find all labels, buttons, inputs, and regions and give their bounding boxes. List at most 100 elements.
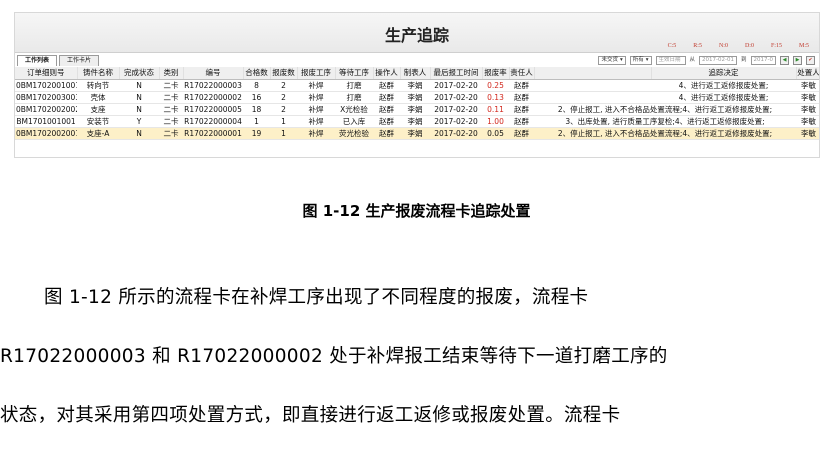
table-cell: 赵群 <box>373 115 400 128</box>
column-header[interactable]: 报废工序 <box>297 67 336 80</box>
prev-button[interactable]: ◀ <box>780 55 789 65</box>
table-row-selected[interactable]: 0BM1702002001 支座-A N 二卡 R17022000001 19 … <box>15 127 819 140</box>
body-paragraph-line: 图 1-12 所示的流程卡在补焊工序出现了不同程度的报废，流程卡 <box>44 287 589 308</box>
column-header[interactable]: 追踪决定 <box>651 67 797 80</box>
column-header[interactable]: 报废率 <box>482 67 510 80</box>
to-label: 到 <box>741 56 747 63</box>
table-cell: 补焊 <box>297 115 335 128</box>
scrap-rate-cell: 0.05 <box>482 127 509 140</box>
table-row[interactable]: 0BM1702001001 转向节 N 二卡 R17022000003 8 2 … <box>15 79 819 92</box>
table-cell: 壳体 <box>77 91 119 104</box>
table-row[interactable]: 0BM1702003003 壳体 N 二卡 R17022000002 16 2 … <box>15 91 819 104</box>
table-cell: 打磨 <box>335 79 373 92</box>
table-cell: 李敏 <box>796 79 819 92</box>
figure-caption: 图 1-12 生产报废流程卡追踪处置 <box>302 202 531 220</box>
column-header[interactable]: 责任人 <box>509 67 535 80</box>
body-paragraph-line: R17022000003 和 R17022000002 处于补焊报工结束等待下一… <box>0 346 668 367</box>
table-cell: X光检验 <box>335 103 373 116</box>
table-cell: 荧光检验 <box>335 127 373 140</box>
column-header[interactable]: 编号 <box>183 67 244 80</box>
table-cell: 补焊 <box>297 91 335 104</box>
table-cell: 赵群 <box>509 115 534 128</box>
table-cell: N <box>119 103 159 116</box>
table-cell: 0BM1702003003 <box>15 91 77 104</box>
table-cell: 4、进行返工返修报废处置; <box>651 91 796 104</box>
view-tabs: 工作列表 工作卡片 <box>17 55 100 66</box>
legend-item: F:15 <box>770 43 782 49</box>
table-cell: 0BM1702002001 <box>15 127 77 140</box>
legend-item: C:5 <box>667 43 677 49</box>
scrap-rate-cell: 0.13 <box>482 91 509 104</box>
column-header[interactable] <box>534 67 652 80</box>
table-cell: 已入库 <box>335 115 373 128</box>
scrap-rate-cell: 0.25 <box>482 79 509 92</box>
column-header[interactable]: 制表人 <box>400 67 431 80</box>
column-header[interactable]: 订单细则号 <box>15 67 78 80</box>
table-cell: N <box>119 127 159 140</box>
column-header[interactable]: 完成状态 <box>119 67 160 80</box>
scrap-rate-cell: 1.00 <box>482 115 509 128</box>
body-paragraph-line: 状态，对其采用第四项处置方式，即直接进行返工返修或报废处置。流程卡 <box>0 405 621 426</box>
column-header[interactable]: 等待工序 <box>335 67 374 80</box>
table-cell: 二卡 <box>159 79 183 92</box>
table-cell: 19 <box>243 127 270 140</box>
table-cell: BM1701001001 <box>15 115 77 128</box>
table-cell: 转向节 <box>77 79 119 92</box>
tab-work-card[interactable]: 工作卡片 <box>59 55 100 66</box>
table-cell: N <box>119 91 159 104</box>
table-cell: 补焊 <box>297 79 335 92</box>
table-cell: 2 <box>270 103 297 116</box>
table-cell: 李敏 <box>796 103 819 116</box>
decision-cell: 3、出库处置, 进行质量工序复检;4、进行返工返修报废处置; <box>534 115 796 128</box>
table-cell: 0BM1702002002 <box>15 103 77 116</box>
tracking-screenshot: 生产追踪 C:5 R:5 N:0 D:0 F:15 M:5 工作列表 工作卡片 … <box>14 12 820 158</box>
table-cell <box>534 79 651 92</box>
column-header[interactable]: 合格数 <box>243 67 271 80</box>
table-cell: 李娟 <box>400 127 430 140</box>
table-cell: 2 <box>270 91 297 104</box>
column-header[interactable]: 铸件名称 <box>77 67 120 80</box>
table-cell: 李敏 <box>796 127 819 140</box>
confirm-button[interactable]: ✔ <box>806 55 815 65</box>
status-legend: C:5 R:5 N:0 D:0 F:15 M:5 <box>668 43 809 49</box>
table-cell: 李娟 <box>400 115 430 128</box>
table-cell: 补焊 <box>297 127 335 140</box>
table-cell: 2017-02-20 <box>430 127 482 140</box>
legend-item: M:5 <box>798 43 809 49</box>
table-cell: 李娟 <box>400 79 430 92</box>
table-cell: 2 <box>270 79 297 92</box>
table-cell: 2017-02-20 <box>430 115 482 128</box>
chevron-down-icon: ▾ <box>619 56 623 63</box>
to-date-input[interactable]: 2017-0 <box>750 55 776 65</box>
decision-cell: 2、停止报工, 进入不合格品处置流程;4、进行返工返修报废处置; <box>534 103 796 116</box>
next-button[interactable]: ▶ <box>793 55 802 65</box>
decision-cell: 2、停止报工, 进入不合格品处置流程;4、进行返工返修报废处置; <box>534 127 796 140</box>
column-header[interactable]: 最后报工时间 <box>430 67 483 80</box>
column-header[interactable]: 类别 <box>159 67 184 80</box>
search-input[interactable]: 生效日期 <box>655 55 686 65</box>
table-cell: 安装节 <box>77 115 119 128</box>
table-cell: 1 <box>270 127 297 140</box>
table-cell: R17022000004 <box>183 115 243 128</box>
table-row[interactable]: BM1701001001 安装节 Y 二卡 R17022000004 1 1 补… <box>15 115 819 128</box>
from-date-input[interactable]: 2017-02-01 <box>699 55 737 65</box>
table-cell: 二卡 <box>159 103 183 116</box>
column-header[interactable]: 处置人 <box>796 67 819 80</box>
legend-item: R:5 <box>693 43 702 49</box>
status-filter-select[interactable]: 未交货 ▾ <box>598 55 626 65</box>
table-cell: 16 <box>243 91 270 104</box>
table-cell: 二卡 <box>159 127 183 140</box>
table-cell: 4、进行返工返修报废处置; <box>651 79 796 92</box>
table-cell: 打磨 <box>335 91 373 104</box>
table-row[interactable]: 0BM1702002002 支座 N 二卡 R17022000005 18 2 … <box>15 103 819 116</box>
table-cell: 2017-02-20 <box>430 103 482 116</box>
table-cell: 李敏 <box>796 115 819 128</box>
column-header[interactable]: 操作人 <box>373 67 401 80</box>
tab-work-list[interactable]: 工作列表 <box>17 55 58 66</box>
tracking-table: 订单细则号 铸件名称 完成状态 类别 编号 合格数 报废数 报废工序 等待工序 … <box>15 67 819 140</box>
table-cell: Y <box>119 115 159 128</box>
from-label: 从 <box>689 56 696 63</box>
column-header[interactable]: 报废数 <box>270 67 298 80</box>
chevron-down-icon: ▾ <box>645 56 649 63</box>
range-select[interactable]: 所有 ▾ <box>629 55 652 65</box>
